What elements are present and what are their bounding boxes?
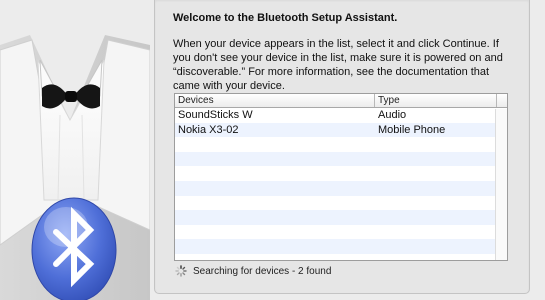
table-row[interactable]: SoundSticks W Audio bbox=[175, 108, 507, 123]
device-name-cell bbox=[175, 225, 375, 240]
device-type-cell bbox=[375, 196, 497, 211]
device-table-rows: SoundSticks W Audio Nokia X3-02 Mobile P… bbox=[175, 108, 507, 260]
device-name-cell bbox=[175, 166, 375, 181]
column-header-devices[interactable]: Devices bbox=[175, 94, 375, 107]
bluetooth-icon bbox=[31, 197, 117, 300]
device-name-cell bbox=[175, 181, 375, 196]
bluetooth-assistant-illustration bbox=[0, 0, 150, 300]
device-name-cell bbox=[175, 152, 375, 167]
device-name-cell: SoundSticks W bbox=[178, 109, 253, 121]
table-scrollbar-track[interactable] bbox=[495, 109, 507, 260]
device-name-cell bbox=[175, 137, 375, 152]
table-row bbox=[175, 137, 507, 152]
column-header-spare bbox=[497, 94, 507, 107]
table-row[interactable]: Nokia X3-02 Mobile Phone bbox=[175, 122, 507, 138]
device-type-cell: Audio bbox=[378, 109, 407, 121]
assistant-panel: Welcome to the Bluetooth Setup Assistant… bbox=[154, 0, 530, 294]
table-row bbox=[175, 180, 507, 196]
device-name-cell bbox=[175, 239, 375, 254]
device-table-header: Devices Type bbox=[175, 94, 507, 108]
table-row bbox=[175, 239, 507, 254]
assistant-title: Welcome to the Bluetooth Setup Assistant… bbox=[173, 12, 398, 24]
device-type-cell bbox=[375, 166, 497, 181]
spinner-icon bbox=[175, 265, 187, 277]
assistant-description: When your device appears in the list, se… bbox=[173, 38, 503, 92]
table-row bbox=[175, 224, 507, 240]
device-type-cell bbox=[375, 239, 497, 254]
table-row bbox=[175, 210, 507, 225]
table-row bbox=[175, 151, 507, 167]
device-type-cell bbox=[375, 210, 497, 225]
device-type-cell bbox=[375, 181, 497, 196]
device-type-cell bbox=[375, 225, 497, 240]
table-row bbox=[175, 195, 507, 211]
column-header-type[interactable]: Type bbox=[375, 94, 497, 107]
device-type-cell bbox=[375, 137, 497, 152]
device-table[interactable]: Devices Type SoundSticks W Audio Nokia X… bbox=[174, 93, 508, 261]
device-type-cell: Mobile Phone bbox=[378, 123, 446, 136]
device-name-cell: Nokia X3-02 bbox=[178, 123, 239, 136]
device-name-cell bbox=[175, 196, 375, 211]
table-row bbox=[175, 166, 507, 181]
device-name-cell bbox=[175, 210, 375, 225]
device-name-cell bbox=[175, 254, 375, 260]
device-type-cell bbox=[375, 254, 497, 260]
device-type-cell bbox=[375, 152, 497, 167]
search-status-text: Searching for devices - 2 found bbox=[193, 265, 332, 277]
table-row bbox=[175, 253, 507, 260]
search-status: Searching for devices - 2 found bbox=[175, 265, 331, 277]
